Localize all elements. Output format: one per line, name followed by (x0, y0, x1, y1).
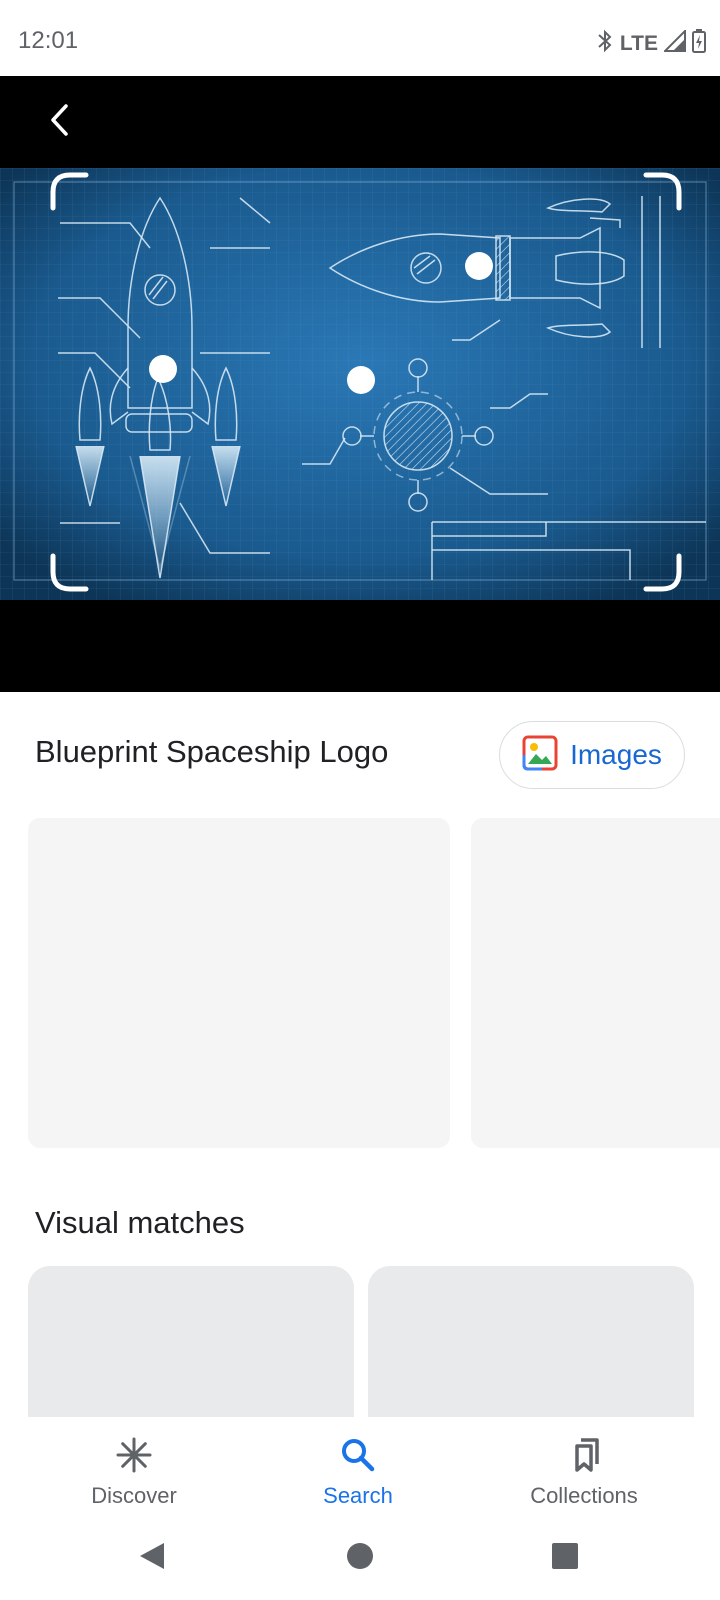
nav-discover-label: Discover (91, 1483, 177, 1508)
object-hotspot-planet[interactable] (347, 366, 375, 394)
status-bar: 12:01 LTE (0, 0, 720, 76)
triangle-back-icon (137, 1540, 167, 1577)
nav-search[interactable]: Search (258, 1417, 458, 1523)
back-button[interactable] (40, 100, 80, 144)
status-time: 12:01 (18, 27, 79, 54)
visual-matches-title: Visual matches (35, 1205, 245, 1240)
images-button[interactable]: Images (499, 721, 685, 789)
search-icon (340, 1435, 376, 1475)
signal-icon (662, 28, 686, 57)
status-icons: LTE (596, 28, 706, 58)
system-home-button[interactable] (330, 1533, 390, 1583)
result-card-placeholder[interactable] (28, 818, 450, 1148)
circle-home-icon (346, 1542, 374, 1575)
system-back-button[interactable] (122, 1533, 182, 1583)
object-hotspot-rocket-horizontal[interactable] (465, 252, 493, 280)
system-navigation-bar (0, 1523, 720, 1600)
result-card-placeholder[interactable] (471, 818, 720, 1148)
chevron-left-icon (48, 103, 72, 142)
bookmarks-icon (566, 1435, 602, 1475)
bottom-navigation: Discover Search Collections (0, 1417, 720, 1523)
nav-collections-label: Collections (530, 1483, 638, 1508)
nav-search-label: Search (323, 1483, 393, 1508)
nav-collections[interactable]: Collections (484, 1417, 684, 1523)
object-hotspot-rocket-vertical[interactable] (149, 355, 177, 383)
system-recents-button[interactable] (535, 1533, 595, 1583)
image-icon (522, 735, 558, 776)
network-type: LTE (619, 31, 658, 55)
asterisk-icon (115, 1435, 153, 1475)
square-recents-icon (551, 1542, 579, 1575)
images-button-label: Images (570, 739, 662, 770)
image-viewer (0, 76, 720, 692)
nav-discover[interactable]: Discover (34, 1417, 234, 1523)
result-title: Blueprint Spaceship Logo (35, 734, 389, 769)
bluetooth-icon (596, 29, 614, 58)
battery-icon (692, 29, 706, 58)
